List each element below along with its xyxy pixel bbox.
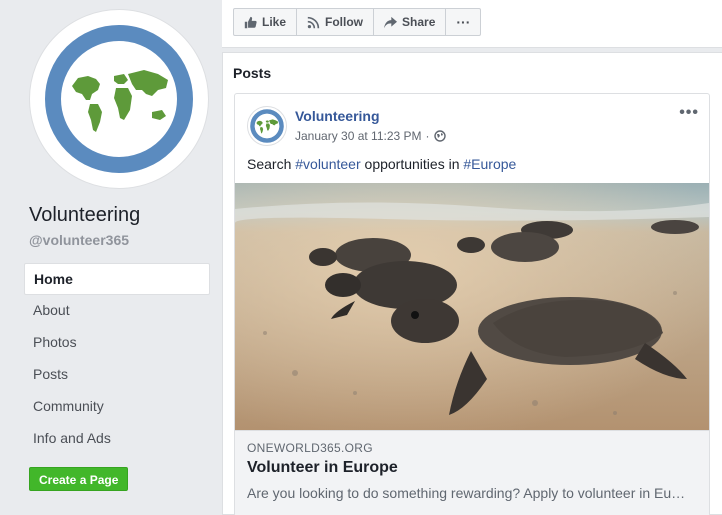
post-options-button[interactable]: ••• <box>679 104 699 122</box>
page-nav: Home About Photos Posts Community Info a… <box>24 263 210 455</box>
post-timestamp[interactable]: January 30 at 11:23 PM <box>295 129 422 143</box>
share-button[interactable]: Share <box>373 8 447 36</box>
page-name[interactable]: Volunteering <box>29 204 140 227</box>
nav-item-posts[interactable]: Posts <box>24 359 210 391</box>
follow-button[interactable]: Follow <box>296 8 375 36</box>
action-bar: Like Follow Share ··· <box>222 0 722 48</box>
like-label: Like <box>262 15 287 29</box>
turtle-photo <box>235 183 709 430</box>
nav-item-photos[interactable]: Photos <box>24 327 210 359</box>
post-image-sea-turtles[interactable] <box>235 183 709 430</box>
globe-logo-icon <box>250 109 284 143</box>
share-label: Share <box>402 15 436 29</box>
nav-item-community[interactable]: Community <box>24 391 210 423</box>
post-text-segment: opportunities in <box>360 156 464 172</box>
link-preview[interactable]: ONEWORLD365.ORG Volunteer in Europe Are … <box>235 430 709 515</box>
create-page-button[interactable]: Create a Page <box>29 467 129 491</box>
post-author-avatar[interactable] <box>247 106 287 146</box>
rss-icon <box>307 16 320 28</box>
link-title[interactable]: Volunteer in Europe <box>247 459 398 477</box>
globe-privacy-icon[interactable] <box>433 130 446 142</box>
post-text: Search #volunteer opportunities in #Euro… <box>247 156 516 172</box>
more-dots-icon: ··· <box>456 14 471 30</box>
globe-logo-icon <box>45 25 193 173</box>
page-handle[interactable]: @volunteer365 <box>29 232 129 248</box>
hashtag-volunteer-link[interactable]: #volunteer <box>295 156 360 172</box>
link-description: Are you looking to do something rewardin… <box>247 485 687 501</box>
post-card: Volunteering January 30 at 11:23 PM · ••… <box>234 93 710 515</box>
nav-item-about[interactable]: About <box>24 295 210 327</box>
post-meta: January 30 at 11:23 PM · <box>295 129 446 143</box>
nav-item-home[interactable]: Home <box>24 263 210 295</box>
more-actions-button[interactable]: ··· <box>445 8 482 36</box>
follow-label: Follow <box>325 15 364 29</box>
hashtag-europe-link[interactable]: #Europe <box>463 156 516 172</box>
action-button-group: Like Follow Share ··· <box>233 8 482 36</box>
link-domain: ONEWORLD365.ORG <box>247 441 373 455</box>
share-arrow-icon <box>384 16 398 28</box>
left-column: Volunteering @volunteer365 Home About Ph… <box>0 0 222 515</box>
like-button[interactable]: Like <box>233 8 298 36</box>
post-author-name[interactable]: Volunteering <box>295 108 380 124</box>
post-text-segment: Search <box>247 156 296 172</box>
meta-separator: · <box>425 129 430 143</box>
page-profile-picture[interactable] <box>29 9 209 189</box>
nav-item-info-and-ads[interactable]: Info and Ads <box>24 423 210 455</box>
posts-heading: Posts <box>233 65 272 81</box>
thumbs-up-icon <box>244 16 257 28</box>
posts-panel: Posts Volunteering January 30 at 11:23 P… <box>222 52 722 515</box>
